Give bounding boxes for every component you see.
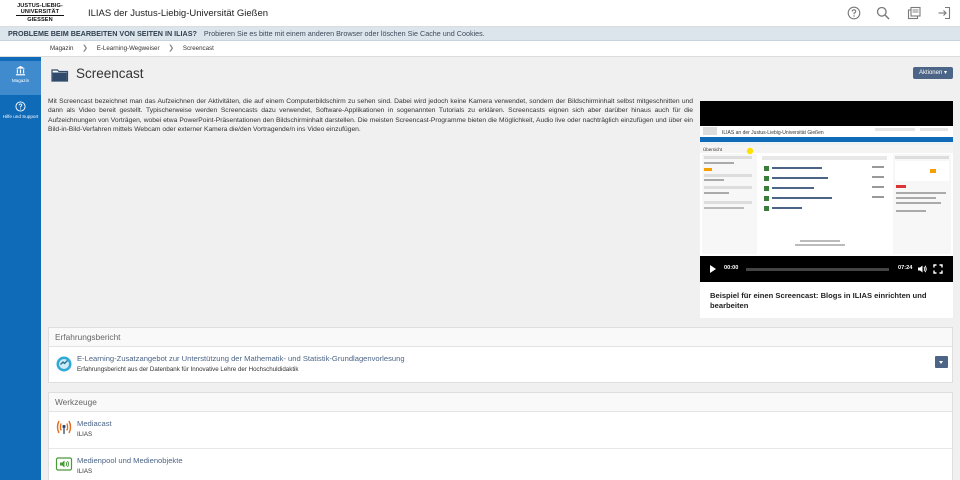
top-bar: JUSTUS-LIEBIG- UNIVERSITÄT GIESSEN ILIAS… <box>0 0 960 27</box>
breadcrumb-item[interactable]: Screencast <box>183 45 214 52</box>
notice-banner: PROBLEME BEIM BEARBEITEN VON SEITEN IN I… <box>0 27 960 41</box>
fullscreen-icon[interactable] <box>933 264 943 274</box>
breadcrumb-item[interactable]: E-Learning-Wegweiser <box>97 45 160 52</box>
sidebar-item-label: Hilfe und Support <box>2 114 39 119</box>
video-caption: Beispiel für einen Screencast: Blogs in … <box>710 291 927 310</box>
help-icon[interactable] <box>847 6 861 20</box>
caret-down-icon: ▾ <box>944 70 948 76</box>
main-sidebar: Magazin Hilfe und Support <box>0 57 41 480</box>
list-item: Mediacast ILIAS <box>49 413 954 449</box>
notifications-icon[interactable] <box>907 6 921 20</box>
chevron-right-icon: ❯ <box>168 45 175 52</box>
play-icon[interactable] <box>710 265 716 273</box>
page-description: Mit Screencast bezeichnet man das Aufzei… <box>48 98 693 133</box>
app-title: ILIAS der Justus-Liebig-Universität Gieß… <box>88 8 269 19</box>
folder-icon <box>51 69 69 82</box>
item-subtitle: ILIAS <box>77 468 93 475</box>
mediapool-icon <box>55 457 73 471</box>
section-heading: Erfahrungsbericht <box>49 328 952 347</box>
mediacast-icon <box>56 420 72 434</box>
help-icon <box>15 101 26 112</box>
main-content: Screencast Aktionen ▾ Mit Screencast bez… <box>41 57 960 480</box>
item-title-link[interactable]: Medienpool und Medienobjekte <box>77 456 183 465</box>
video-card: ILIAS an der Justus-Liebig-Universität G… <box>700 101 953 318</box>
list-item: E-Learning-Zusatzangebot zur Unterstützu… <box>49 348 954 383</box>
bank-icon <box>15 65 26 76</box>
item-title-link[interactable]: E-Learning-Zusatzangebot zur Unterstützu… <box>77 354 405 363</box>
page-title: Screencast <box>76 66 144 81</box>
progress-bar[interactable] <box>746 268 889 271</box>
breadcrumb: Magazin ❯ E-Learning-Wegweiser ❯ Screenc… <box>0 41 960 57</box>
volume-icon[interactable] <box>917 264 927 274</box>
notice-text: Probieren Sie es bitte mit einem anderen… <box>203 29 485 38</box>
video-controls: 00:00 07:24 <box>700 256 953 282</box>
sidebar-item-label: Magazin <box>11 78 30 83</box>
video-frame[interactable]: ILIAS an der Justus-Liebig-Universität G… <box>700 126 953 256</box>
link-icon <box>56 356 72 372</box>
video-letterbox <box>700 101 953 126</box>
screenshot-tab: Übersicht <box>703 146 723 152</box>
section-erfahrungsbericht: Erfahrungsbericht E-Learning-Zusatzangeb… <box>48 327 953 383</box>
item-subtitle: ILIAS <box>77 431 93 438</box>
section-heading: Werkzeuge <box>49 393 952 412</box>
item-actions-dropdown[interactable] <box>935 356 948 368</box>
breadcrumb-item[interactable]: Magazin <box>50 45 73 52</box>
logout-icon[interactable] <box>937 6 951 20</box>
chevron-right-icon: ❯ <box>82 45 88 52</box>
actions-label: Aktionen <box>918 70 943 76</box>
section-werkzeuge: Werkzeuge Mediacast ILIAS Medienpool und… <box>48 392 954 480</box>
screenshot-title: ILIAS an der Justus-Liebig-Universität G… <box>722 130 824 136</box>
actions-dropdown-button[interactable]: Aktionen ▾ <box>913 67 953 79</box>
item-title-link[interactable]: Mediacast <box>77 419 112 428</box>
logo-rule <box>16 15 64 16</box>
university-logo[interactable]: JUSTUS-LIEBIG- UNIVERSITÄT GIESSEN <box>6 2 74 24</box>
list-item: Medienpool und Medienobjekte ILIAS <box>49 450 954 480</box>
video-frame-screenshot: ILIAS an der Justus-Liebig-Universität G… <box>700 126 953 256</box>
search-icon[interactable] <box>876 6 890 20</box>
item-subtitle: Erfahrungsbericht aus der Datenbank für … <box>77 366 299 373</box>
sidebar-item-help[interactable]: Hilfe und Support <box>0 97 41 131</box>
notice-title: PROBLEME BEIM BEARBEITEN VON SEITEN IN I… <box>8 29 197 38</box>
logo-line: GIESSEN <box>27 17 53 23</box>
current-time: 00:00 <box>724 265 739 271</box>
sidebar-item-magazin[interactable]: Magazin <box>0 61 41 95</box>
duration: 07:24 <box>898 265 913 271</box>
